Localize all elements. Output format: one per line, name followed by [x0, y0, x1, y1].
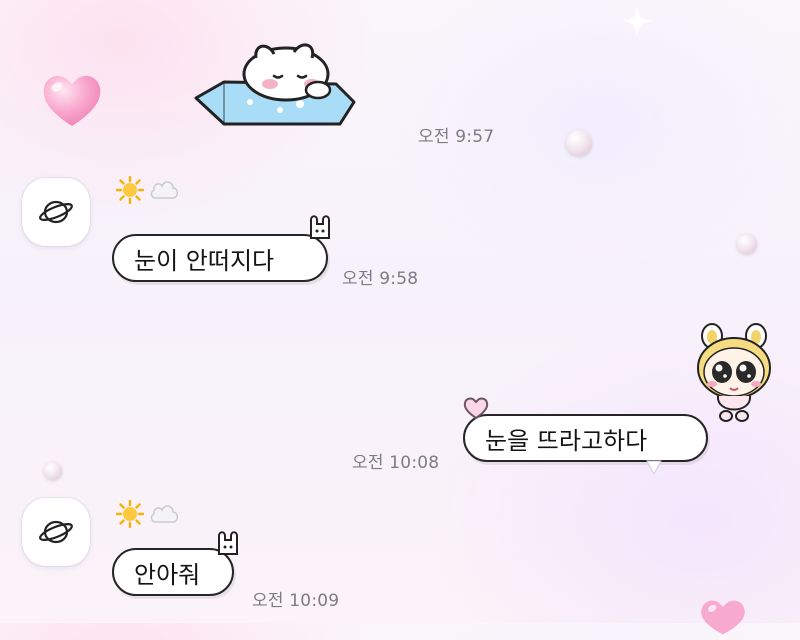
- heart-decoration-icon: [40, 70, 104, 130]
- message-text: 눈이 안떠지다: [134, 246, 275, 275]
- pearl-decoration-icon: [44, 462, 62, 480]
- cute-girl-character-sticker: [690, 322, 778, 426]
- planet-icon: [39, 520, 73, 544]
- sparkle-icon: [620, 4, 654, 38]
- message-timestamp: 오전 10:09: [252, 591, 340, 611]
- sun-icon: [116, 500, 144, 528]
- message-timestamp: 오전 10:08: [352, 453, 440, 473]
- pearl-decoration-icon: [566, 130, 592, 156]
- message-text: 눈을 뜨라고하다: [485, 426, 648, 455]
- profile-status-emojis: [116, 176, 180, 204]
- sun-icon: [116, 176, 144, 204]
- profile-avatar[interactable]: [22, 498, 90, 566]
- profile-avatar[interactable]: [22, 178, 90, 246]
- bunny-ears-icon: [214, 530, 242, 556]
- message-timestamp: 오전 9:57: [418, 127, 495, 147]
- cloud-icon: [150, 505, 178, 523]
- cloud-icon: [150, 181, 178, 199]
- chat-area[interactable]: 오전 9:57 눈이 안떠지다 오전 9:58 눈을 뜨라고하다 오전 10:0…: [0, 0, 800, 635]
- pearl-decoration-icon: [737, 234, 757, 254]
- bunny-ears-icon: [306, 214, 334, 240]
- profile-status-emojis: [116, 500, 180, 528]
- message-bubble-incoming[interactable]: 눈이 안떠지다: [112, 234, 328, 282]
- planet-icon: [39, 200, 73, 224]
- bubble-tail-icon: [646, 460, 662, 476]
- message-timestamp: 오전 9:58: [342, 269, 419, 289]
- heart-icon: [462, 396, 490, 420]
- heart-decoration-icon: [698, 596, 748, 636]
- sleeping-bunny-sticker[interactable]: [190, 38, 360, 128]
- message-text: 안아줘: [134, 560, 201, 589]
- message-bubble-outgoing[interactable]: 눈을 뜨라고하다: [463, 414, 708, 462]
